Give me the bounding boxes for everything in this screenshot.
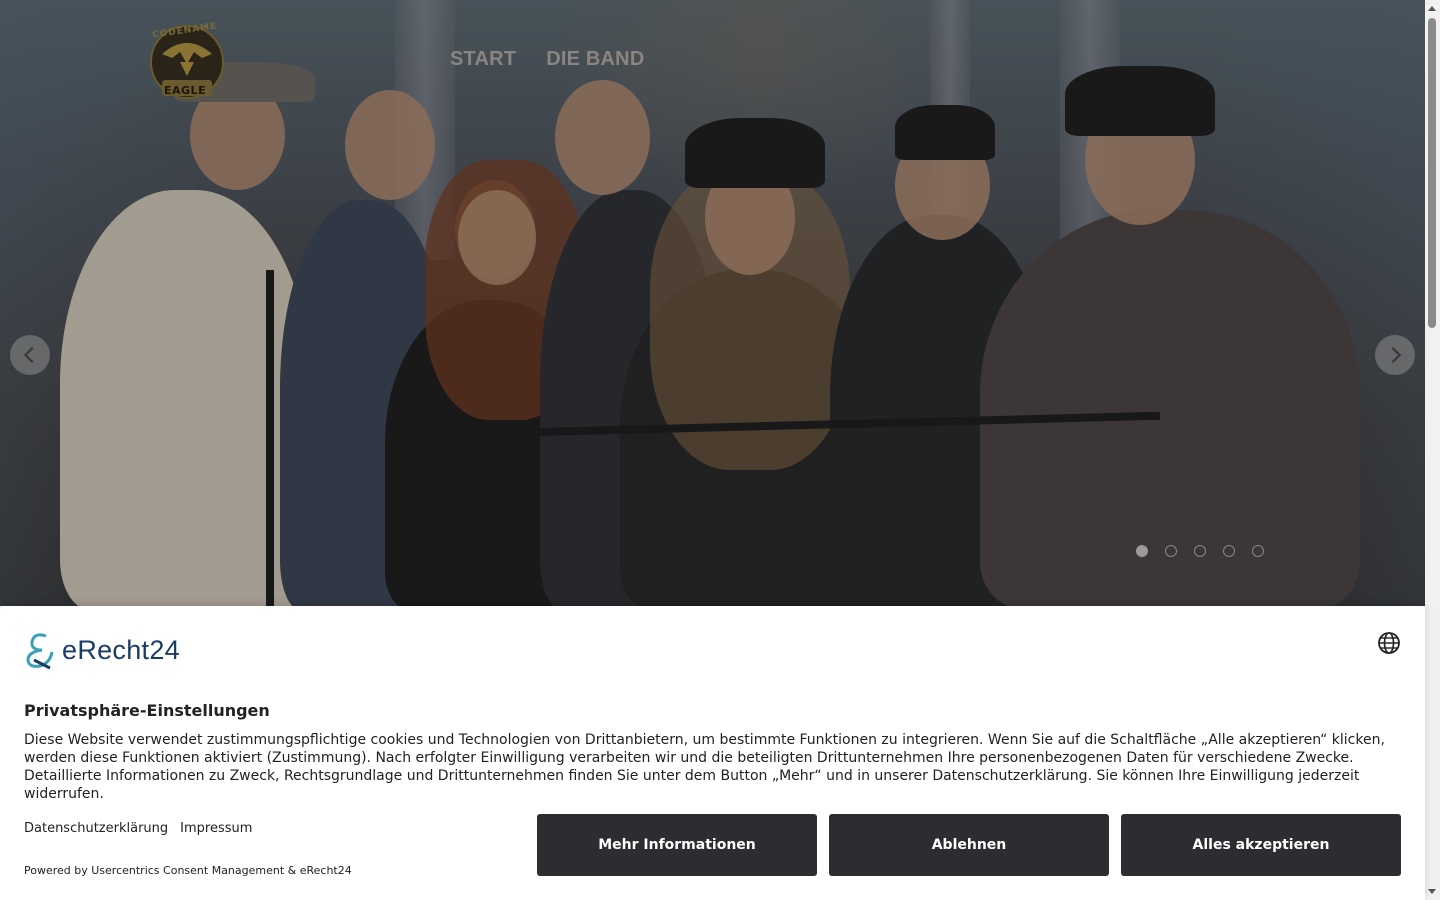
scrollbar-thumb[interactable] [1428,18,1436,328]
slider-next-button[interactable] [1375,335,1415,375]
scroll-up-arrow[interactable] [1428,6,1436,11]
slider-dot[interactable] [1223,545,1235,557]
cookie-consent-banner: eRecht24 Privatsphäre-Einstellungen Dies… [0,606,1425,900]
powered-by-text: Powered by Usercentrics Consent Manageme… [24,864,352,877]
privacy-policy-link[interactable]: Datenschutzerklärung [24,821,168,836]
slider-dot[interactable] [1136,545,1148,557]
chevron-left-icon [23,346,34,364]
slider-prev-button[interactable] [10,335,50,375]
consent-description: Diese Website verwendet zustimmungspflic… [24,732,1385,802]
page-scrollbar[interactable] [1425,0,1440,900]
nav-die-band[interactable]: DIE BAND [546,48,644,71]
consent-links: Datenschutzerklärung Impressum [24,821,252,836]
slider-dot[interactable] [1252,545,1264,557]
accept-all-button[interactable]: Alles akzeptieren [1121,814,1401,876]
chevron-right-icon [1391,346,1402,364]
erecht24-logo: eRecht24 [24,630,180,670]
deny-button[interactable]: Ablehnen [829,814,1109,876]
consent-title: Privatsphäre-Einstellungen [24,701,270,720]
brand-name: eRecht24 [62,634,180,665]
main-nav: START DIE BAND [450,48,644,71]
imprint-link[interactable]: Impressum [180,821,252,836]
nav-start[interactable]: START [450,48,516,71]
slider-pagination [1136,545,1264,557]
logo-text-bottom: EAGLE [164,84,207,97]
slider-dot[interactable] [1165,545,1177,557]
more-info-button[interactable]: Mehr Informationen [537,814,817,876]
slider-dot[interactable] [1194,545,1206,557]
language-globe-icon[interactable] [1377,631,1401,655]
scroll-down-arrow[interactable] [1428,889,1436,894]
hero-slider: EAGLE CODENAME START DIE BAND [0,0,1425,606]
erecht24-ampersand-icon [26,633,54,670]
